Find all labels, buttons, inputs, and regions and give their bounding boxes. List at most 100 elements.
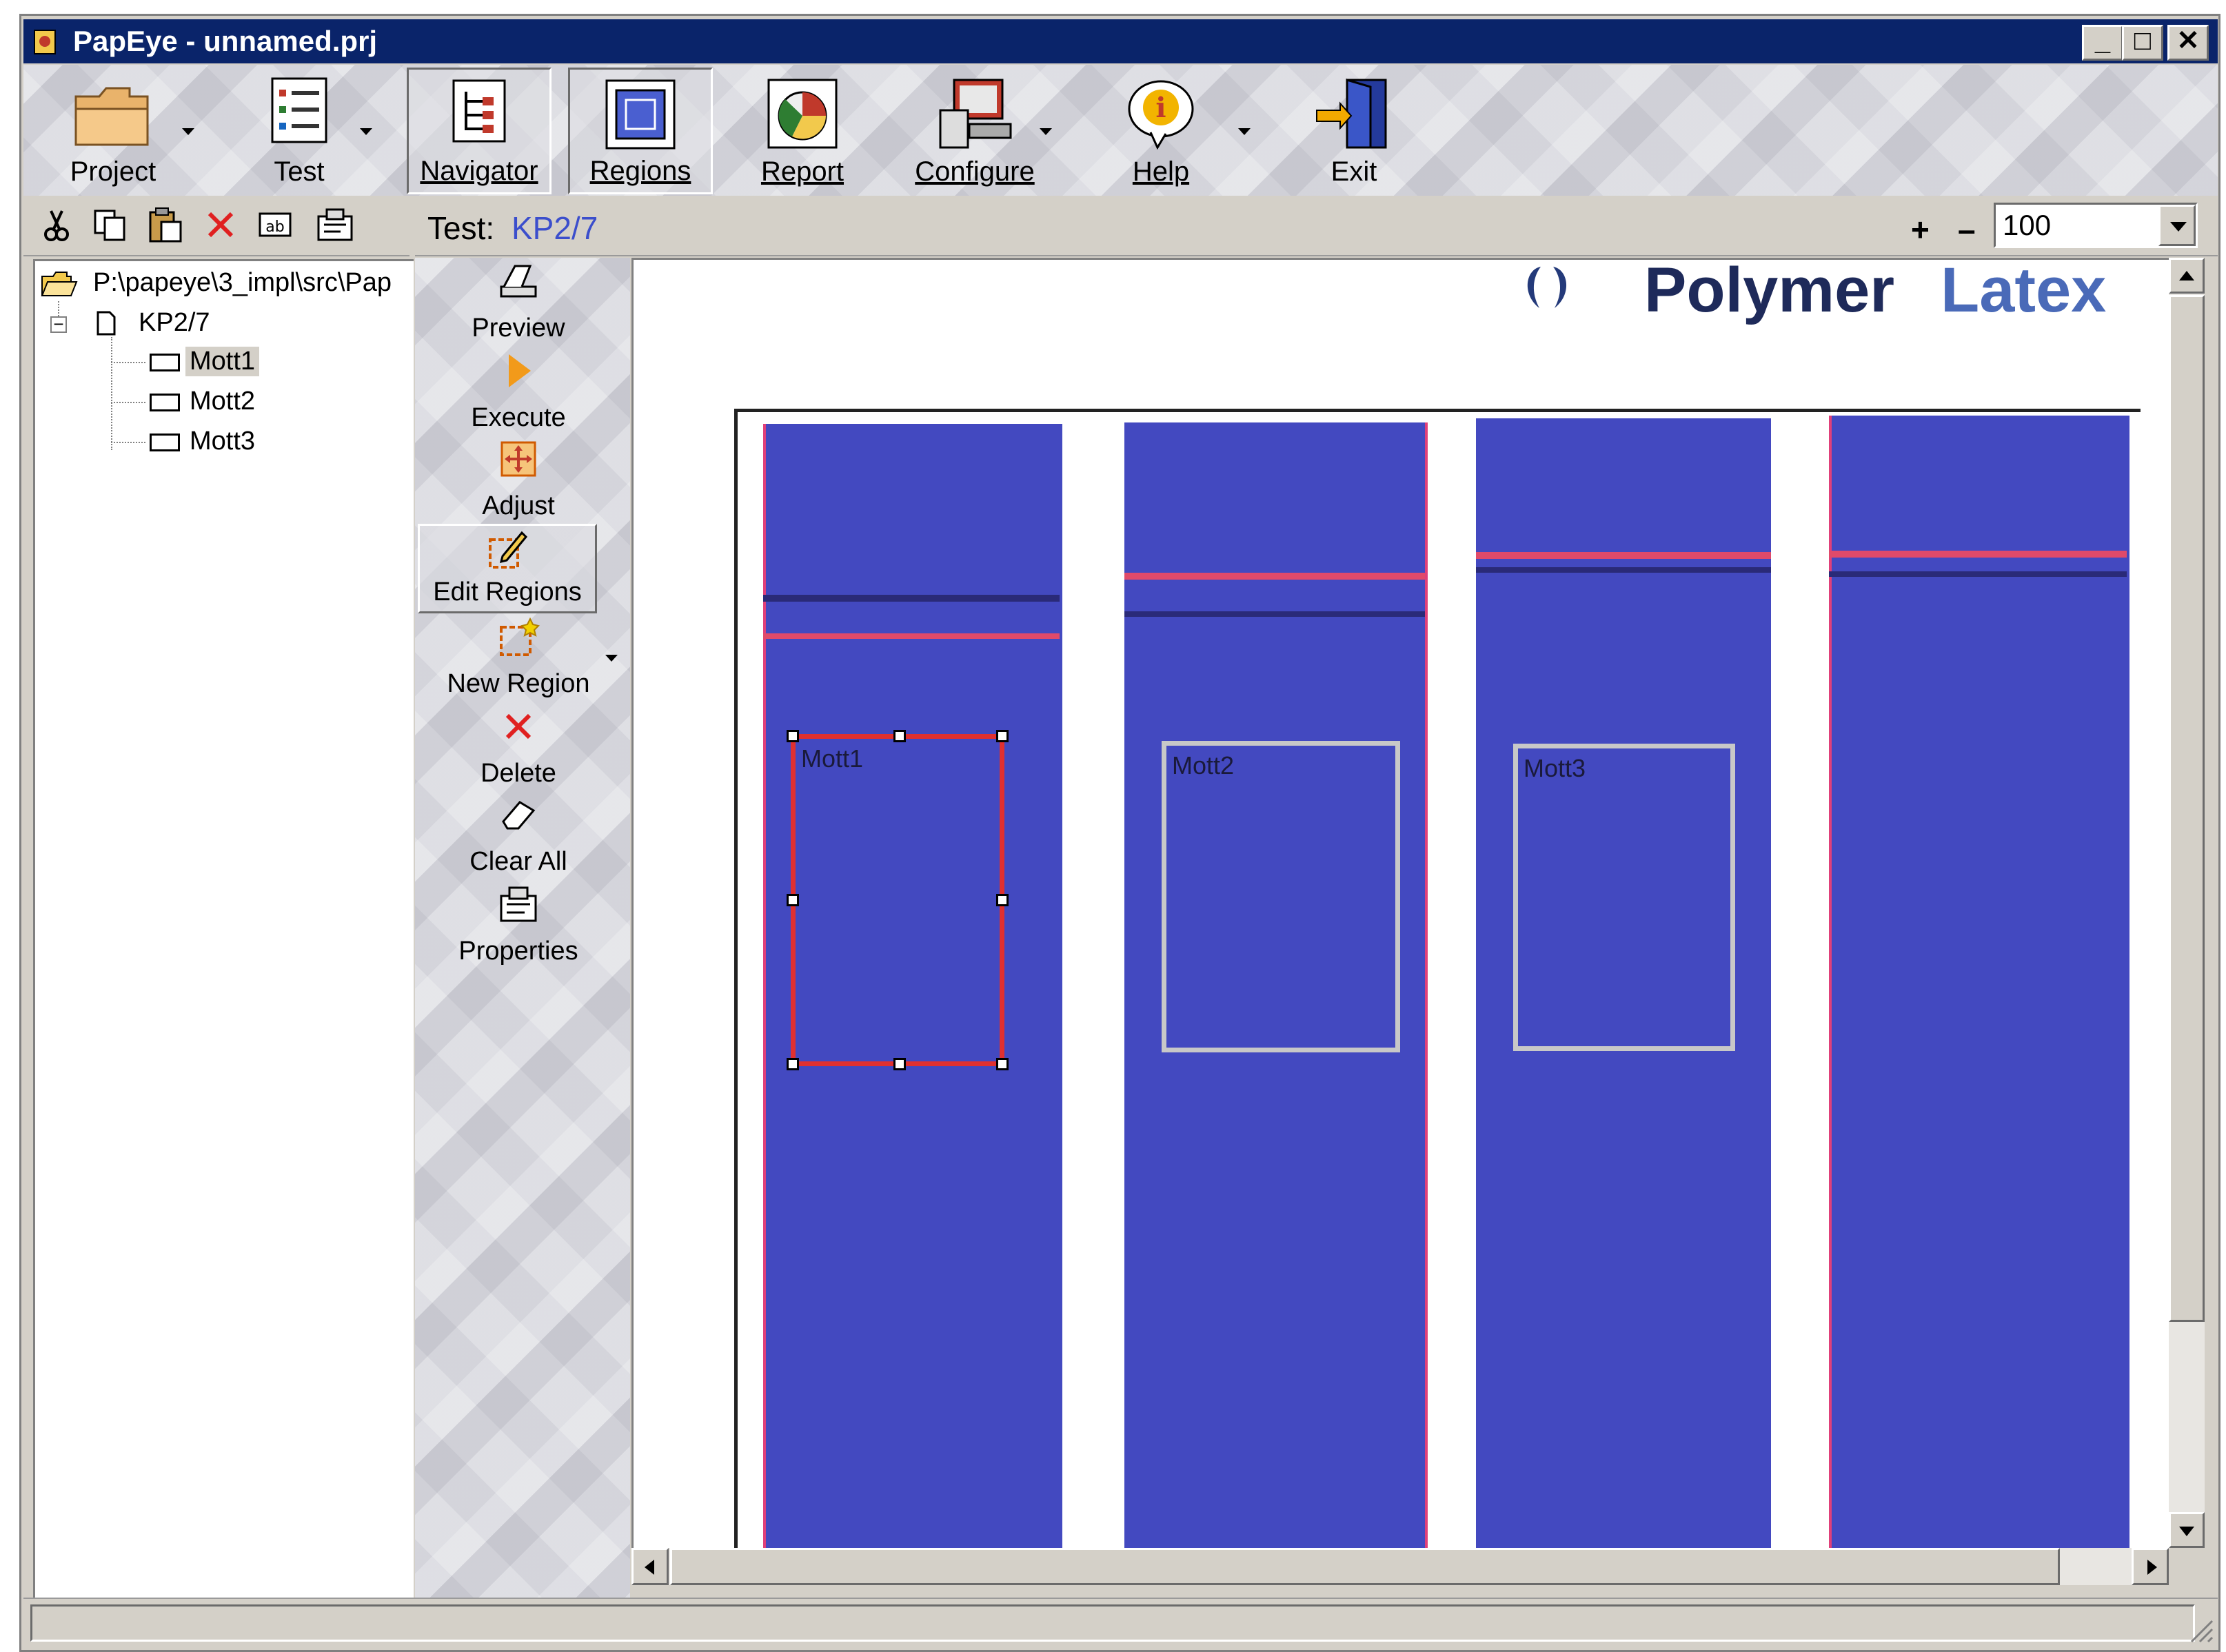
tree-expander[interactable]: − (50, 314, 67, 334)
configure-dropdown-caret[interactable] (1040, 128, 1052, 135)
test-bar: Test: KP2/7 + – 100 (415, 197, 2218, 256)
delete-region-button[interactable]: Delete (415, 703, 622, 793)
horizontal-scroll-thumb[interactable] (670, 1548, 2060, 1585)
properties-label: Properties (458, 937, 578, 966)
zoom-in-button[interactable]: + (1911, 211, 1930, 248)
tree-region-mott1[interactable]: Mott1 (185, 347, 260, 376)
logo-text-polymer: Polymer (1644, 258, 1895, 325)
navigator-tree: P:\papeye\3_impl\src\Pap − KP2/7 Mott1 M… (33, 259, 414, 1598)
configure-button[interactable]: Configure (892, 69, 1058, 193)
rename-icon[interactable]: ab (258, 210, 292, 240)
exit-button[interactable]: Exit (1278, 69, 1430, 193)
project-button[interactable]: Project (37, 69, 189, 193)
maximize-button[interactable]: □ (2122, 25, 2163, 61)
band-pink-1 (763, 633, 1060, 639)
edit-toolbar: ab (23, 197, 409, 256)
sample-strip-4 (1829, 416, 2129, 1548)
new-region-label: New Region (447, 669, 590, 698)
region-mott2[interactable]: Mott2 (1162, 741, 1400, 1052)
arrow-down-icon (2179, 1527, 2194, 1536)
project-dropdown-caret[interactable] (182, 128, 194, 135)
tree-region-mott2[interactable]: Mott2 (190, 387, 255, 416)
region-label-mott3: Mott3 (1524, 754, 1586, 782)
tree-root-path[interactable]: P:\papeye\3_impl\src\Pap (93, 268, 392, 298)
close-button[interactable]: ✕ (2167, 25, 2209, 61)
resize-handle[interactable] (787, 894, 799, 906)
region-rect-icon (150, 354, 180, 371)
edit-regions-button[interactable]: Edit Regions (418, 524, 597, 613)
computer-icon (939, 79, 1012, 149)
test-dropdown-caret[interactable] (360, 128, 372, 135)
app-icon (33, 28, 58, 55)
edit-region-icon (489, 531, 528, 569)
adjust-button[interactable]: Adjust (415, 436, 622, 525)
band-dark-2 (1124, 611, 1425, 617)
zoom-value: 100 (2003, 209, 2052, 241)
report-button[interactable]: Report (727, 69, 878, 193)
navigator-button[interactable]: Navigator (407, 68, 552, 194)
help-button[interactable]: i Help (1078, 69, 1244, 193)
paste-icon[interactable] (148, 207, 183, 244)
zoom-out-button[interactable]: – (1958, 211, 1976, 248)
new-region-dropdown-caret[interactable] (605, 655, 618, 662)
exit-label: Exit (1330, 156, 1377, 187)
svg-text:ab: ab (265, 218, 284, 236)
resize-handle[interactable] (787, 730, 799, 742)
properties-icon[interactable] (316, 207, 354, 243)
tree-expander-sign: − (53, 314, 64, 334)
clear-all-button[interactable]: Clear All (415, 791, 622, 881)
new-region-icon (500, 617, 540, 656)
copy-icon[interactable] (92, 208, 128, 243)
logo-text-latex: Latex (1941, 258, 2107, 325)
regions-icon (605, 79, 676, 150)
test-button[interactable]: Test (216, 69, 382, 193)
band-pink-4 (1829, 551, 2127, 558)
properties-icon (500, 886, 537, 922)
minimize-button[interactable]: _ (2082, 25, 2123, 61)
execute-button[interactable]: Execute (415, 347, 622, 437)
arrow-up-icon (2179, 271, 2194, 281)
strip-frame-top (734, 409, 2141, 412)
resize-handle[interactable] (996, 730, 1009, 742)
delete-icon[interactable] (205, 210, 236, 240)
resize-handle[interactable] (996, 1058, 1009, 1070)
edit-regions-label: Edit Regions (433, 578, 582, 606)
region-mott3[interactable]: Mott3 (1513, 744, 1735, 1051)
tree-test-item[interactable]: KP2/7 (139, 308, 210, 338)
vertical-scroll-thumb[interactable] (2169, 295, 2205, 1322)
tree-region-mott3[interactable]: Mott3 (190, 427, 255, 456)
new-region-button[interactable]: New Region (415, 613, 622, 703)
scroll-up-button[interactable] (2169, 258, 2205, 294)
scroll-down-button[interactable] (2169, 1512, 2205, 1548)
arrow-left-icon (645, 1560, 654, 1575)
cut-icon[interactable] (41, 208, 72, 243)
regions-button[interactable]: Regions (568, 68, 713, 194)
scroll-left-button[interactable] (631, 1548, 669, 1585)
help-dropdown-caret[interactable] (1238, 128, 1251, 135)
horizontal-scrollbar[interactable] (631, 1548, 2169, 1585)
zoom-dropdown-button[interactable] (2158, 205, 2196, 246)
zoom-select[interactable]: 100 (1994, 203, 2198, 248)
checklist-icon (271, 77, 327, 143)
title-bar[interactable]: PapEye - unnamed.prj _ □ ✕ (23, 19, 2218, 63)
tree-branch-2 (111, 402, 145, 403)
tree-branch-line (111, 337, 112, 450)
document-icon (97, 311, 116, 336)
scroll-right-button[interactable] (2132, 1548, 2169, 1585)
polymerlatex-logo-mark (1527, 267, 1567, 308)
resize-handle[interactable] (787, 1058, 799, 1070)
main-toolbar: Project Test Navigator Regions Report Co… (23, 65, 2218, 196)
resize-handle[interactable] (893, 730, 906, 742)
region-mott1[interactable]: Mott1 (787, 730, 1009, 1070)
resize-grip-icon[interactable] (2186, 1615, 2214, 1643)
report-icon (767, 79, 838, 149)
preview-button[interactable]: Preview (415, 258, 622, 347)
execute-label: Execute (471, 403, 566, 432)
resize-handle[interactable] (893, 1058, 906, 1070)
folder-icon (74, 87, 149, 146)
image-viewport[interactable]: Polymer Latex Mott1 Mott2 Mott3 (631, 258, 2169, 1548)
band-pink-3 (1476, 552, 1771, 559)
resize-handle[interactable] (996, 894, 1009, 906)
vertical-scrollbar[interactable] (2169, 258, 2205, 1548)
properties-button[interactable]: Properties (415, 881, 622, 970)
